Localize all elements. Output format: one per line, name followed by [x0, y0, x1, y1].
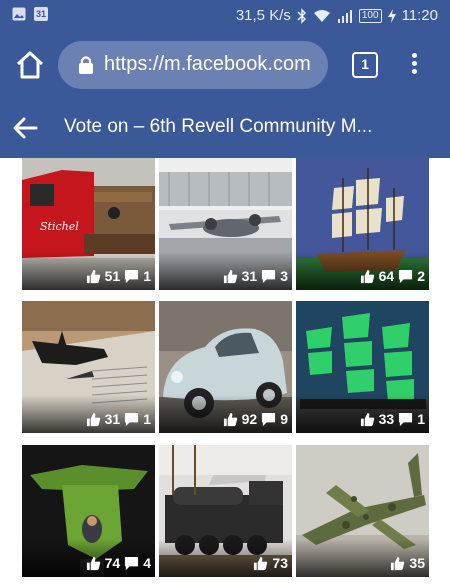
like-count: 31 [241, 268, 258, 284]
charging-icon [387, 8, 396, 23]
clock: 11:20 [401, 7, 438, 24]
like-icon [86, 269, 100, 283]
photo-tile-twin-engine-airplane[interactable]: 31 3 [159, 158, 292, 290]
comment-icon [125, 269, 139, 283]
comment-count: 1 [143, 411, 151, 427]
like-count: 92 [241, 411, 258, 427]
address-bar[interactable]: https://m.facebook.com [58, 41, 328, 89]
like-count: 33 [378, 411, 395, 427]
photo-tile-red-truck[interactable]: Stichel 51 1 [22, 158, 155, 290]
bluetooth-icon [297, 7, 306, 24]
photo-grid: Stichel 51 1 31 3 64 2 31 1 92 9 33 1 74… [0, 158, 450, 584]
comment-count: 2 [417, 268, 425, 284]
browser-toolbar: https://m.facebook.com 1 [0, 32, 450, 98]
url-text: https://m.facebook.com [104, 53, 311, 75]
like-count: 51 [104, 268, 121, 284]
like-icon [360, 412, 374, 426]
comment-count: 1 [417, 411, 425, 427]
signal-icon [337, 9, 352, 23]
status-bar: 31 31,5 K/s 100 11:20 [0, 0, 450, 32]
comment-count: 1 [143, 268, 151, 284]
like-icon [223, 412, 237, 426]
svg-text:Stichel: Stichel [40, 220, 79, 233]
photo-tile-green-gunship[interactable]: 74 4 [22, 445, 155, 577]
overflow-menu-button[interactable] [404, 50, 424, 80]
photo-tile-sailing-ship[interactable]: 64 2 [296, 158, 429, 290]
comment-icon [399, 269, 413, 283]
comment-count: 4 [143, 555, 151, 571]
comment-icon [262, 269, 276, 283]
lock-icon [79, 56, 93, 74]
like-icon [360, 269, 374, 283]
battery-indicator: 100 [358, 8, 382, 23]
image-notification-icon [12, 7, 26, 21]
home-icon [16, 51, 44, 79]
photo-tile-green-sail-ship[interactable]: 33 1 [296, 301, 429, 433]
home-button[interactable] [14, 50, 46, 80]
comment-count: 3 [280, 268, 288, 284]
photo-tile-beetle-car[interactable]: 92 9 [159, 301, 292, 433]
comment-icon [125, 556, 139, 570]
like-icon [86, 412, 100, 426]
more-vert-icon [411, 53, 417, 58]
comment-icon [262, 412, 276, 426]
like-count: 73 [272, 555, 288, 571]
like-count: 64 [378, 268, 395, 284]
network-speed: 31,5 K/s [235, 7, 291, 24]
tab-switcher-button[interactable]: 1 [352, 52, 378, 78]
photo-tile-camouflage-jet[interactable]: 35 [296, 445, 429, 577]
back-button[interactable] [12, 116, 38, 140]
like-icon [391, 556, 405, 570]
like-icon [86, 556, 100, 570]
wifi-icon [313, 9, 330, 22]
comment-icon [399, 412, 413, 426]
like-icon [254, 556, 268, 570]
calendar-notification-icon: 31 [34, 7, 48, 21]
comment-icon [125, 412, 139, 426]
like-count: 74 [104, 555, 121, 571]
photo-tile-stealth-jet[interactable]: 31 1 [22, 301, 155, 433]
like-icon [223, 269, 237, 283]
like-count: 35 [409, 555, 425, 571]
photo-tile-steam-locomotive[interactable]: 73 [159, 445, 292, 577]
comment-count: 9 [280, 411, 288, 427]
page-title: Vote on – 6th Revell Community M... [64, 116, 373, 137]
arrow-back-icon [13, 117, 38, 139]
like-count: 31 [104, 411, 121, 427]
page-header: Vote on – 6th Revell Community M... [0, 98, 450, 158]
